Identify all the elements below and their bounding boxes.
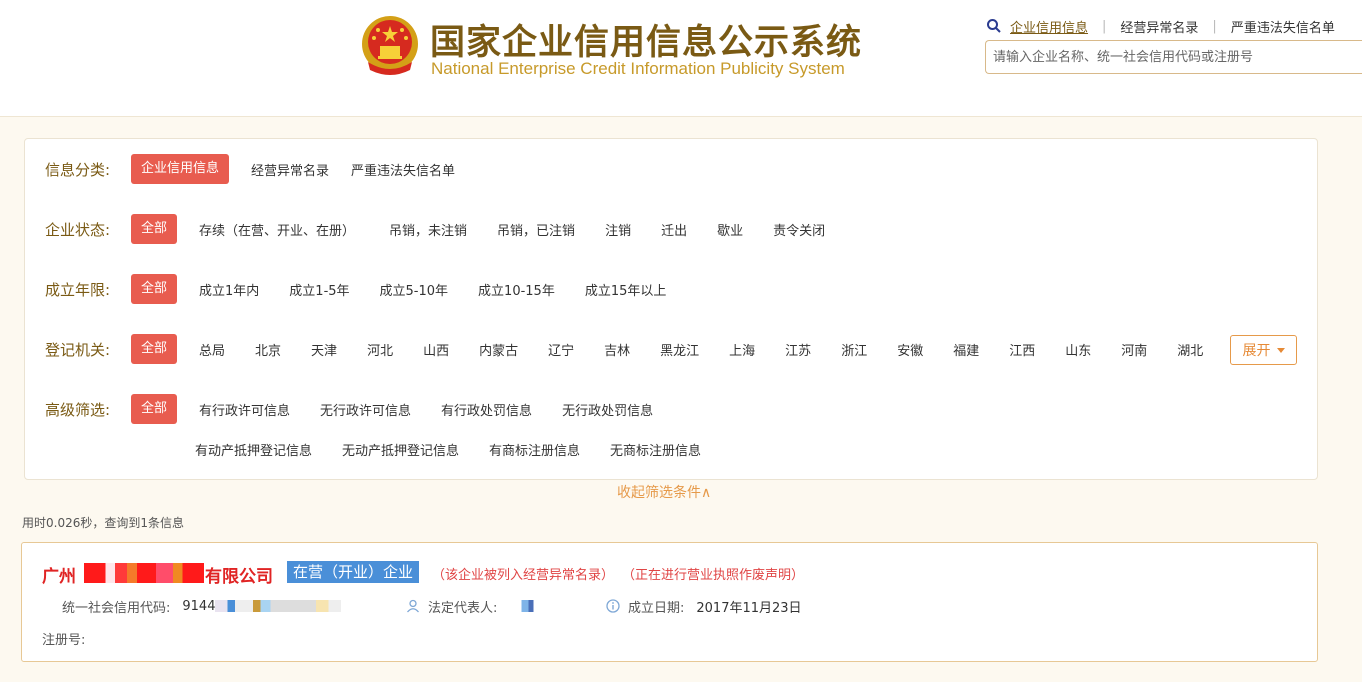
filter-option-selected[interactable]: 全部: [131, 394, 178, 424]
filter-option[interactable]: 辽宁: [546, 340, 576, 359]
expand-button[interactable]: 展开: [1230, 335, 1297, 365]
expand-label: 展开: [1242, 343, 1271, 359]
filter-option[interactable]: 天津: [309, 340, 339, 359]
credit-code-row: 统一社会信用代码: 9144: [62, 597, 342, 616]
top-nav: 企业信用信息 | 经营异常名录 | 严重违法失信名单: [986, 16, 1335, 36]
filter-option[interactable]: 成立1年内: [197, 280, 261, 299]
search-input[interactable]: [985, 40, 1362, 74]
redacted-name: [84, 563, 204, 583]
filter-option[interactable]: 注销: [603, 220, 633, 239]
filter-option[interactable]: 歇业: [715, 220, 745, 239]
filter-option[interactable]: 迁出: [659, 220, 689, 239]
filter-option[interactable]: 责令关闭: [771, 220, 827, 239]
filter-label: 高级筛选:: [45, 400, 111, 419]
site-title: 国家企业信用信息公示系统: [430, 23, 863, 63]
filter-option[interactable]: 上海: [727, 340, 757, 359]
filter-row-advanced-2: 有动产抵押登记信息 无动产抵押登记信息 有商标注册信息 无商标注册信息: [193, 434, 721, 464]
founded-value: 2017年11月23日: [696, 600, 802, 616]
reg-no-row: 注册号:: [42, 629, 85, 648]
filter-option[interactable]: 内蒙古: [477, 340, 520, 359]
filter-label: 成立年限:: [45, 280, 111, 299]
filter-option[interactable]: 总局: [197, 340, 227, 359]
filter-option[interactable]: 经营异常名录: [249, 160, 331, 179]
legal-rep-row: 法定代表人:: [406, 597, 556, 616]
filter-option[interactable]: 湖北: [1175, 340, 1205, 359]
filter-option[interactable]: 山东: [1063, 340, 1093, 359]
credit-code-value: 9144: [182, 598, 216, 614]
filter-label: 信息分类:: [45, 160, 111, 179]
filter-option-selected[interactable]: 全部: [131, 214, 178, 244]
license-void-notice: （正在进行营业执照作废声明）: [622, 568, 805, 583]
nav-abnormal-list[interactable]: 经营异常名录: [1120, 17, 1198, 36]
filter-option[interactable]: 有行政处罚信息: [439, 400, 534, 419]
user-icon: [407, 599, 419, 613]
company-name-prefix: 广州: [42, 567, 76, 587]
abnormal-list-notice: （该企业被列入经营异常名录）: [432, 568, 615, 583]
filter-row-authority: 登记机关: 全部 总局 北京 天津 河北 山西 内蒙古 辽宁 吉林 黑龙江 上海…: [45, 334, 1235, 364]
filter-row-category: 信息分类: 企业信用信息 经营异常名录 严重违法失信名单: [45, 154, 475, 184]
info-icon: [606, 599, 620, 613]
nav-blacklist[interactable]: 严重违法失信名单: [1231, 17, 1335, 36]
filter-option[interactable]: 严重违法失信名单: [349, 160, 457, 179]
filter-option[interactable]: 黑龙江: [658, 340, 701, 359]
site-header: 国家企业信用信息公示系统 National Enterprise Credit …: [0, 0, 1362, 117]
site-subtitle: National Enterprise Credit Information P…: [431, 59, 845, 78]
filter-row-age: 成立年限: 全部 成立1年内 成立1-5年 成立5-10年 成立10-15年 成…: [45, 274, 686, 304]
filter-label: 登记机关:: [45, 340, 111, 359]
filter-option[interactable]: 有商标注册信息: [487, 440, 582, 459]
filter-panel: 信息分类: 企业信用信息 经营异常名录 严重违法失信名单 企业状态: 全部 存续…: [24, 138, 1318, 480]
caret-down-icon: [1276, 347, 1285, 353]
redacted-credit-code: [215, 600, 342, 612]
filter-option[interactable]: 无行政许可信息: [318, 400, 413, 419]
filter-option[interactable]: 江西: [1007, 340, 1037, 359]
company-name[interactable]: 广州: [42, 562, 76, 587]
filter-option[interactable]: 无动产抵押登记信息: [340, 440, 461, 459]
filter-option[interactable]: 福建: [951, 340, 981, 359]
nav-divider: |: [1102, 18, 1107, 34]
filter-option-selected[interactable]: 全部: [131, 274, 178, 304]
filter-option[interactable]: 河北: [365, 340, 395, 359]
filter-option[interactable]: 成立1-5年: [287, 280, 351, 299]
search-icon: [987, 19, 1001, 33]
result-card[interactable]: 广州 有限公司 在营（开业）企业 （该企业被列入经营异常名录） （正在进行营业执…: [21, 542, 1318, 662]
filter-option[interactable]: 无商标注册信息: [608, 440, 703, 459]
founded-label: 成立日期:: [628, 600, 685, 616]
filter-option[interactable]: 江苏: [783, 340, 813, 359]
filter-option[interactable]: 北京: [253, 340, 283, 359]
status-badge: 在营（开业）企业: [287, 561, 420, 583]
filter-option[interactable]: 安徽: [895, 340, 925, 359]
filter-option[interactable]: 吊销，未注销: [387, 220, 469, 239]
collapse-filters-link[interactable]: 收起筛选条件∧: [617, 482, 711, 502]
result-meta: 用时0.026秒，查询到1条信息: [22, 516, 184, 530]
nav-credit-info[interactable]: 企业信用信息: [1010, 17, 1088, 36]
filter-row-advanced: 高级筛选: 全部 有行政许可信息 无行政许可信息 有行政处罚信息 无行政处罚信息: [45, 394, 673, 424]
redacted-legal-rep: [507, 600, 556, 612]
company-name-suffix: 有限公司: [205, 567, 273, 587]
filter-option[interactable]: 成立5-10年: [378, 280, 451, 299]
filter-option-selected[interactable]: 企业信用信息: [131, 154, 230, 184]
filter-option[interactable]: 有动产抵押登记信息: [193, 440, 314, 459]
credit-code-label: 统一社会信用代码:: [62, 600, 171, 616]
filter-option-selected[interactable]: 全部: [131, 334, 178, 364]
founded-row: 成立日期: 2017年11月23日: [606, 597, 802, 616]
reg-no-label: 注册号:: [42, 633, 86, 648]
filter-row-status: 企业状态: 全部 存续（在营、开业、在册） 吊销，未注销 吊销，已注销 注销 迁…: [45, 214, 845, 244]
filter-option[interactable]: 成立10-15年: [476, 280, 557, 299]
filter-option[interactable]: 浙江: [839, 340, 869, 359]
filter-option[interactable]: 山西: [421, 340, 451, 359]
filter-option[interactable]: 河南: [1119, 340, 1149, 359]
filter-option[interactable]: 吉林: [602, 340, 632, 359]
filter-option[interactable]: 无行政处罚信息: [560, 400, 655, 419]
legal-rep-label: 法定代表人:: [428, 600, 498, 616]
filter-option[interactable]: 成立15年以上: [583, 280, 669, 299]
filter-label: 企业状态:: [45, 220, 111, 239]
national-emblem-icon: [362, 16, 418, 75]
filter-option[interactable]: 存续（在营、开业、在册）: [197, 220, 357, 239]
filter-option[interactable]: 吊销，已注销: [495, 220, 577, 239]
filter-option[interactable]: 有行政许可信息: [197, 400, 292, 419]
nav-divider: |: [1212, 18, 1217, 34]
